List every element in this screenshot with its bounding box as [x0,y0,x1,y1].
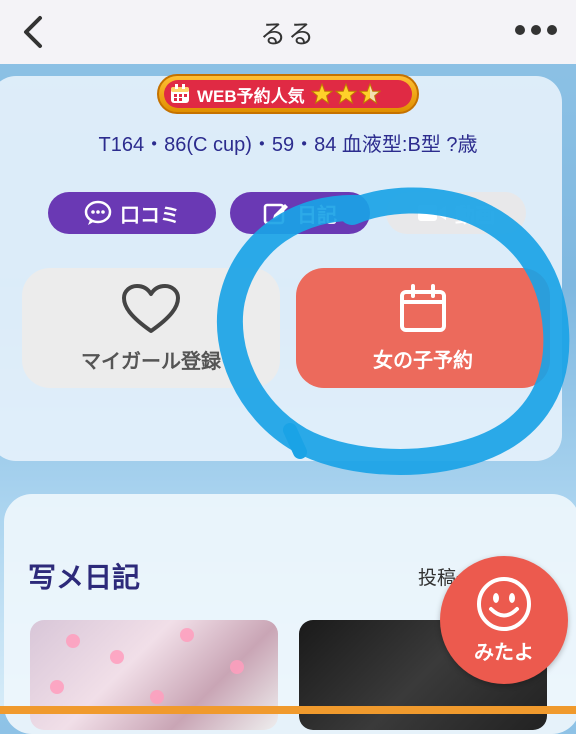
girl-reservation-label: 女の子予約 [373,347,473,372]
my-girl-register-label: マイガール登録 [81,348,221,373]
profile-stats: T164・86(C cup)・59・84 血液型:B型 ?歳 [98,134,478,156]
video-camera-icon [418,205,446,221]
edit-icon [263,203,288,225]
video-label: 動画 [455,202,495,227]
bottom-bar [0,706,576,714]
mitayo-button[interactable]: みたよ [440,556,568,684]
more-button[interactable] [512,16,560,44]
diary-label: 日記 [297,202,337,227]
section-title: 写メ日記 [28,561,141,594]
calendar-icon [400,283,446,332]
star-icon [334,83,357,105]
back-button[interactable] [14,12,54,52]
smiley-icon [477,576,531,631]
my-girl-register-button[interactable]: マイガール登録 [22,268,280,388]
heart-icon [122,283,180,333]
calendar-icon [171,84,189,103]
app-header: るる [0,0,576,64]
web-reservation-popularity-badge: WEB予約人気 [157,74,419,114]
rating-stars [310,83,381,105]
mitayo-label: みたよ [474,639,534,664]
chevron-left-icon [24,16,42,48]
chat-bubble-icon [84,200,112,225]
girl-reservation-button[interactable]: 女の子予約 [296,268,550,388]
kuchikomi-label: 口コミ [120,202,180,227]
diary-button[interactable]: 日記 [230,192,370,234]
badge-label: WEB予約人気 [197,86,305,106]
more-horizontal-icon [515,25,557,35]
video-button[interactable]: 動画 [386,192,526,234]
star-icon [310,83,333,105]
page-title: るる [259,19,316,50]
half-star-icon [358,83,381,105]
kuchikomi-button[interactable]: 口コミ [48,192,216,234]
